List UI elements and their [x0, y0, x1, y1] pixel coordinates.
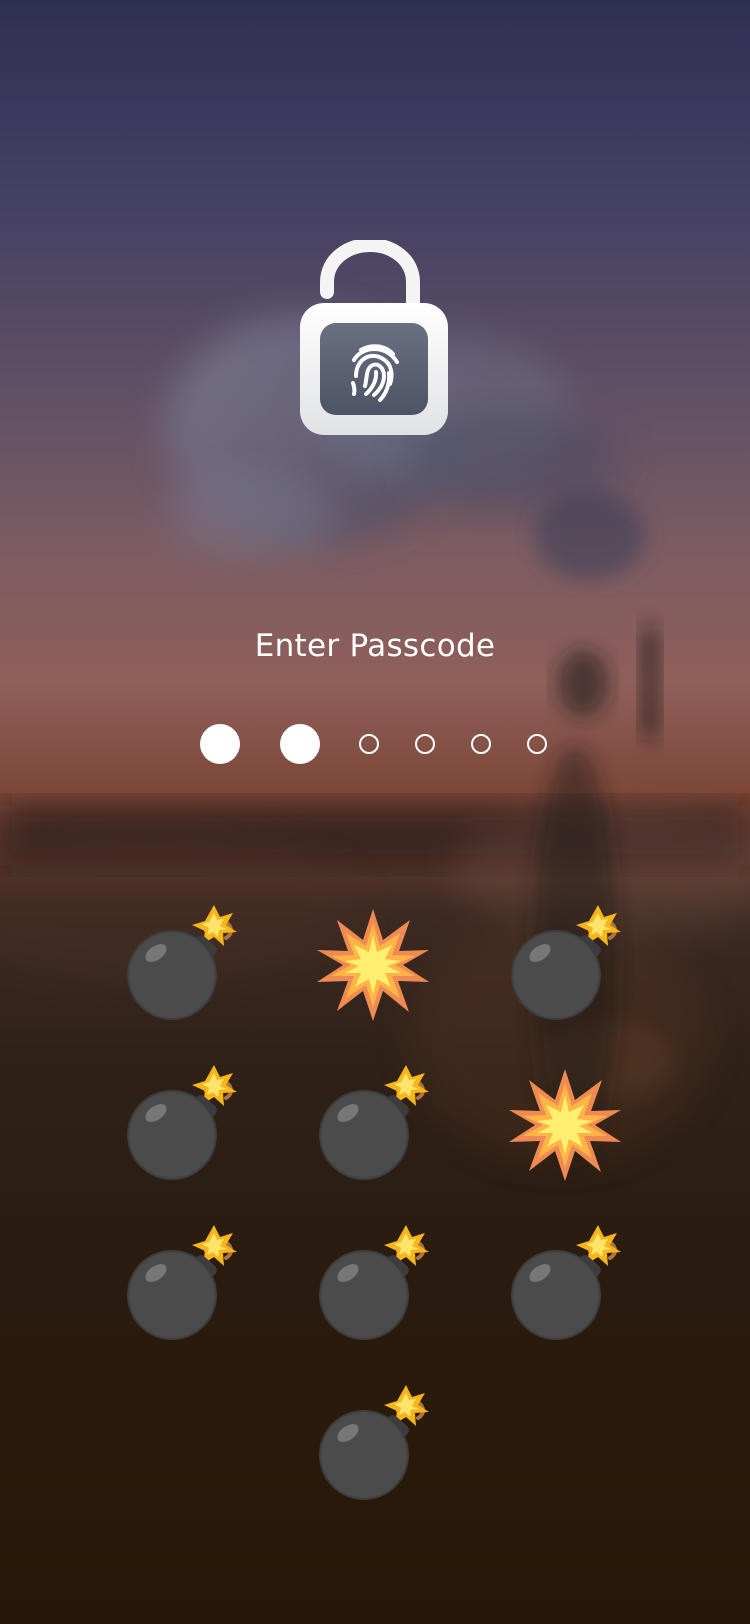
keypad [0, 0, 750, 1624]
bomb-icon [127, 905, 237, 1020]
keypad-key-8[interactable] [315, 1225, 435, 1345]
passcode-screen: Enter Passcode [0, 0, 750, 1624]
bomb-icon [127, 1225, 237, 1340]
bomb-icon [511, 905, 621, 1020]
keypad-key-9[interactable] [507, 1225, 627, 1345]
bomb-icon [319, 1065, 429, 1180]
keypad-key-1[interactable] [123, 905, 243, 1025]
keypad-key-5[interactable] [315, 1065, 435, 1185]
bomb-icon [319, 1385, 429, 1500]
bomb-icon [511, 1225, 621, 1340]
keypad-key-4[interactable] [123, 1065, 243, 1185]
keypad-key-2[interactable] [313, 905, 433, 1025]
passcode-panel: Enter Passcode [0, 0, 750, 1624]
bomb-icon [319, 1225, 429, 1340]
keypad-key-0[interactable] [315, 1385, 435, 1505]
collision-icon [317, 909, 429, 1021]
keypad-key-6[interactable] [505, 1065, 625, 1185]
collision-icon [509, 1069, 621, 1181]
bomb-icon [127, 1065, 237, 1180]
keypad-key-7[interactable] [123, 1225, 243, 1345]
keypad-key-3[interactable] [507, 905, 627, 1025]
